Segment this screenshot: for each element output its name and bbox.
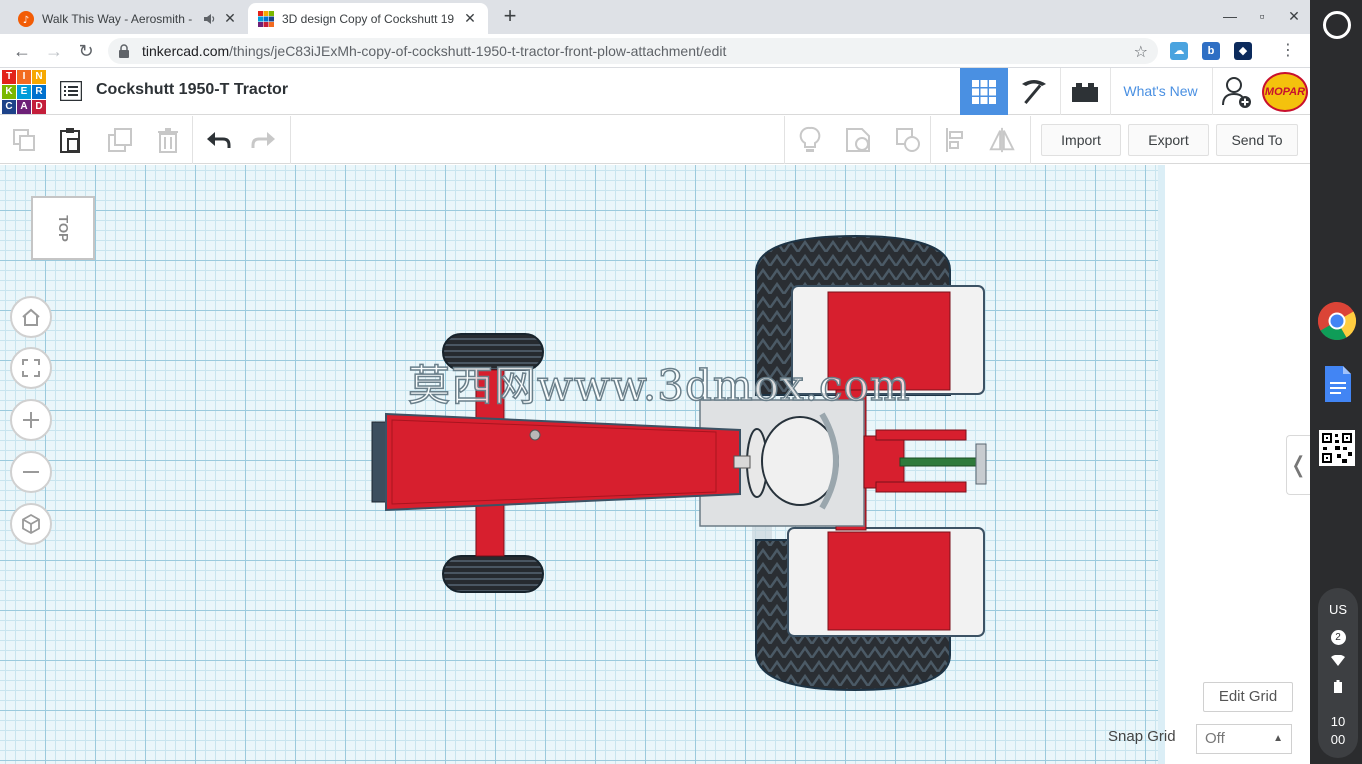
front-wheel-bottom [442,555,544,593]
user-avatar[interactable]: MOPAR [1262,72,1308,112]
browser-menu-icon[interactable]: ⋮ [1280,42,1296,60]
qr-code-app-icon[interactable] [1317,428,1357,468]
send-to-button[interactable]: Send To [1216,124,1298,156]
home-view-button[interactable] [10,296,52,338]
minus-icon [23,471,39,473]
clock-hour: 10 [1330,714,1346,729]
browser-window: ♪ Walk This Way - Aerosmith - ✕ 3D desig… [0,0,1310,764]
pto-shaft [733,455,751,469]
expand-panel-button[interactable]: ❬ [1286,435,1310,495]
wifi-icon [1318,654,1358,669]
snap-grid-label: Snap Grid [1108,728,1176,745]
fender-bottom [787,527,985,637]
zoom-in-button[interactable] [10,399,52,441]
extension-b-icon[interactable]: b [1202,42,1220,60]
notification-count-badge: 2 [1318,628,1358,645]
close-window-icon[interactable]: ✕ [1286,8,1302,25]
keyboard-locale: US [1328,602,1348,617]
restore-icon[interactable]: ▫ [1254,8,1270,24]
caret-up-icon: ▲ [1273,733,1283,744]
fit-view-button[interactable] [10,347,52,389]
rear-hitch [863,429,987,493]
notification-count: 2 [1330,630,1346,645]
launcher-icon[interactable] [1323,11,1351,39]
cube-icon [22,513,40,535]
snap-grid-select[interactable]: Off ▲ [1196,724,1292,754]
home-icon [22,308,40,326]
view-cube-face-label: TOP [55,214,71,242]
plus-icon [23,412,39,428]
view-cube[interactable]: TOP [31,196,95,260]
zoom-out-button[interactable] [10,451,52,493]
snap-grid-value: Off [1205,730,1225,747]
user-add-icon [1221,76,1251,108]
battery-icon [1318,680,1358,696]
watermark-text: 莫西网www.3dmox.com [407,360,911,411]
extension-cloud-icon[interactable]: ☁ [1170,42,1188,60]
edit-grid-button[interactable]: Edit Grid [1203,682,1293,712]
tractor-hood [371,412,741,512]
fit-icon [22,359,40,377]
avatar-text: MOPAR [1264,86,1306,98]
minimize-icon[interactable]: — [1222,8,1238,24]
extension-dashlane-icon[interactable]: ◆ [1234,42,1252,60]
chrome-app-icon[interactable] [1317,301,1357,341]
google-docs-icon[interactable] [1317,364,1357,404]
clock-minute: 00 [1330,732,1346,747]
add-collaborator-button[interactable] [1212,68,1260,115]
status-tray[interactable]: US 2 10 00 [1318,588,1358,758]
perspective-button[interactable] [10,503,52,545]
